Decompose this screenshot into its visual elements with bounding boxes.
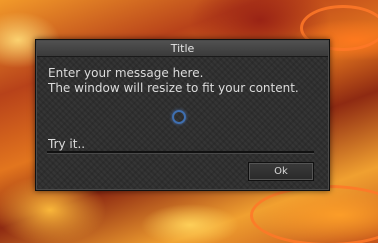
message-line: Enter your message here. <box>48 66 204 80</box>
ok-button[interactable]: Ok <box>248 162 314 181</box>
message-input[interactable] <box>47 126 314 153</box>
loading-spinner-icon <box>172 110 186 124</box>
message-line: The window will resize to fit your conte… <box>48 81 299 95</box>
background-decoration <box>250 185 378 243</box>
dialog-titlebar[interactable]: Title <box>37 41 328 57</box>
input-container <box>47 126 314 153</box>
ok-button-label: Ok <box>274 166 288 177</box>
message-dialog: Title Enter your message here. The windo… <box>35 39 330 191</box>
dialog-title: Title <box>170 42 195 55</box>
dialog-message: Enter your message here. The window will… <box>48 66 323 96</box>
